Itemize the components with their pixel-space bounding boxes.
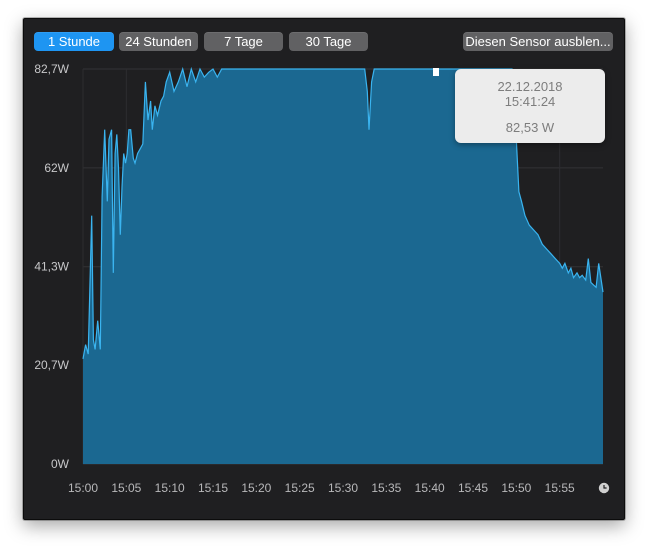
x-axis-labels: 15:00 15:05 15:10 15:15 15:20 15:25 15:30 15:35…: [68, 481, 575, 495]
tooltip-value: 82,53 W: [505, 120, 555, 135]
x-tick-label: 15:10: [155, 481, 185, 495]
tooltip-date: 22.12.2018: [497, 79, 563, 94]
y-axis-labels: 0W 20,7W 41,3W 62W 82,7W: [34, 62, 69, 471]
x-tick-label: 15:35: [371, 481, 401, 495]
cursor-marker: [433, 68, 439, 76]
x-tick-label: 15:45: [458, 481, 488, 495]
x-tick-label: 15:20: [241, 481, 271, 495]
y-tick-label: 20,7W: [34, 358, 69, 372]
y-tick-label: 82,7W: [34, 62, 69, 76]
x-tick-label: 15:40: [415, 481, 445, 495]
x-tick-label: 15:30: [328, 481, 358, 495]
clock-icon[interactable]: [598, 482, 610, 494]
x-tick-label: 15:50: [501, 481, 531, 495]
y-tick-label: 0W: [51, 457, 70, 471]
x-tick-label: 15:00: [68, 481, 98, 495]
x-tick-label: 15:15: [198, 481, 228, 495]
value-tooltip: 22.12.2018 15:41:24 82,53 W: [455, 69, 605, 143]
tooltip-time: 15:41:24: [504, 94, 556, 109]
y-tick-label: 62W: [44, 161, 69, 175]
y-tick-label: 41,3W: [34, 260, 69, 274]
x-tick-label: 15:25: [285, 481, 315, 495]
sensor-window: 1 Stunde 24 Stunden 7 Tage 30 Tage Diese…: [23, 18, 625, 520]
x-tick-label: 15:55: [545, 481, 575, 495]
x-tick-label: 15:05: [111, 481, 141, 495]
